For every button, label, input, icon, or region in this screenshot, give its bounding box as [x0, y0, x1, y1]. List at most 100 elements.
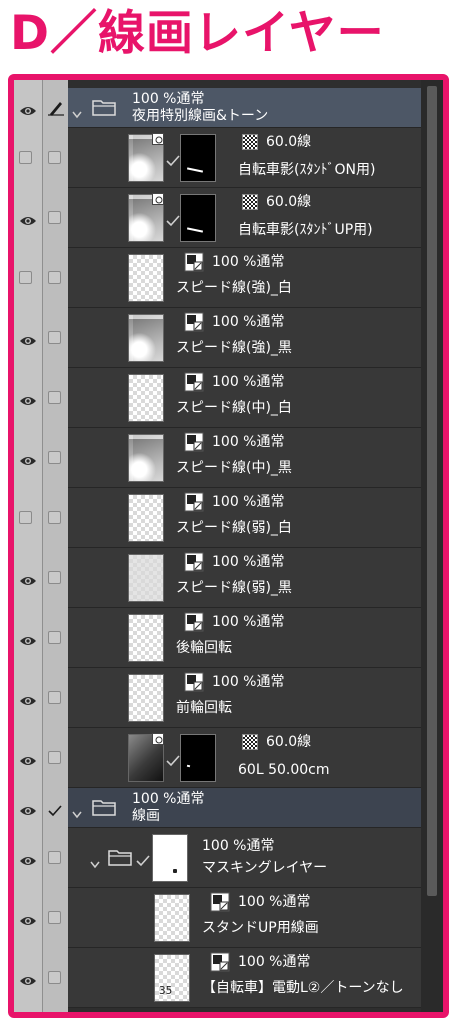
lock-checkbox[interactable]: [48, 751, 61, 764]
visibility-checkbox[interactable]: [19, 151, 32, 164]
chevron-down-icon[interactable]: [72, 804, 82, 819]
layer-blend-mode: 100 %通常: [212, 494, 285, 510]
layer-row[interactable]: 100 %通常 スピード線(中)_白: [14, 368, 421, 428]
lock-checkbox[interactable]: [48, 511, 61, 524]
scrollbar[interactable]: [421, 80, 443, 1012]
eye-icon[interactable]: [19, 692, 37, 705]
layer-row-body[interactable]: 100 %通常 スピード線(中)_白: [68, 368, 421, 428]
tone-icon: [242, 134, 258, 150]
layer-blend-mode: 100 %通常: [212, 614, 285, 630]
layer-row[interactable]: 100 %通常 後輪回転: [14, 608, 421, 668]
layer-blend-mode: 60.0線: [266, 194, 312, 210]
layer-row[interactable]: 100 %通常 スタンドUP用線画: [14, 888, 421, 948]
lock-checkbox[interactable]: [48, 271, 61, 284]
tone-icon: [242, 734, 258, 750]
layer-row[interactable]: 100 %通常 スピード線(弱)_黒: [14, 548, 421, 608]
eye-icon[interactable]: [19, 802, 37, 815]
layer-row-body[interactable]: 100 %通常 スピード線(強)_黒: [68, 308, 421, 368]
raster-layer-icon: [184, 552, 204, 572]
raster-layer-icon: [210, 952, 230, 972]
layer-row[interactable]: 35 100 %通常 【自転車】電動L②／トーンなし: [14, 948, 421, 1008]
lock-checkbox[interactable]: [48, 151, 61, 164]
eye-icon[interactable]: [19, 392, 37, 405]
layer-panel: 100 %通常 夜用特別線画&トーン 60.0線 自転車影(ｽﾀﾝﾄﾞON用) 60.0…: [8, 74, 449, 1018]
lock-checkbox[interactable]: [48, 851, 61, 864]
folder-icon: [92, 98, 116, 116]
layer-row-body[interactable]: 100 %通常 スピード線(弱)_黒: [68, 548, 421, 608]
eye-icon[interactable]: [19, 452, 37, 465]
layer-row-body[interactable]: 100 %通常 スタンドUP用線画: [68, 888, 421, 948]
layer-row[interactable]: 60.0線 自転車影(ｽﾀﾝﾄﾞON用): [14, 128, 421, 188]
lock-checkbox[interactable]: [48, 631, 61, 644]
layer-row-body[interactable]: 100 %通常 夜用特別線画&トーン: [68, 88, 421, 128]
pen-icon[interactable]: [48, 100, 64, 116]
lock-checkbox[interactable]: [48, 331, 61, 344]
eye-icon[interactable]: [19, 572, 37, 585]
layer-thumbnail: [128, 614, 164, 662]
layer-row[interactable]: 100 %通常 スピード線(中)_黒: [14, 428, 421, 488]
layer-row-body[interactable]: 60.0線 自転車影(ｽﾀﾝﾄﾞON用): [68, 128, 421, 188]
layer-row-body[interactable]: 100 %通常 後輪回転: [68, 608, 421, 668]
layer-row-body[interactable]: 60.0線自転車影(ｽﾀﾝﾄﾞUP用): [68, 188, 421, 248]
eye-icon[interactable]: [19, 752, 37, 765]
eye-icon[interactable]: [19, 912, 37, 925]
eye-icon[interactable]: [19, 972, 37, 985]
tone-icon: [242, 194, 258, 210]
layer-name: スピード線(強)_白: [176, 280, 292, 296]
layer-name: スピード線(強)_黒: [176, 340, 292, 356]
layer-row[interactable]: 100 %通常 マスキングレイヤー: [14, 828, 421, 888]
layer-thumbnail: [128, 314, 164, 362]
eye-icon[interactable]: [19, 632, 37, 645]
layer-mask-thumbnail: [152, 834, 188, 882]
layer-row-body[interactable]: 100 %通常スピード線(弱)_白: [68, 488, 421, 548]
chevron-down-icon[interactable]: [72, 104, 82, 119]
layer-row-body[interactable]: 100 %通常スピード線(強)_白: [68, 248, 421, 308]
thumbnail-text: 35: [159, 984, 173, 997]
lock-checkbox[interactable]: [48, 391, 61, 404]
lock-checkbox[interactable]: [48, 971, 61, 984]
scrollbar-thumb[interactable]: [427, 86, 437, 896]
mask-streak: [186, 227, 204, 233]
layer-name: スピード線(弱)_白: [176, 520, 292, 536]
check-icon[interactable]: [48, 802, 62, 817]
layer-row[interactable]: 100 %通常スピード線(強)_白: [14, 248, 421, 308]
visibility-checkbox[interactable]: [19, 511, 32, 524]
layer-row-body[interactable]: 35 100 %通常 【自転車】電動L②／トーンなし: [68, 948, 421, 1008]
lock-checkbox[interactable]: [48, 571, 61, 584]
lock-checkbox[interactable]: [48, 691, 61, 704]
eye-icon[interactable]: [19, 852, 37, 865]
layer-name: 自転車影(ｽﾀﾝﾄﾞUP用): [238, 222, 373, 238]
layer-row-body[interactable]: 100 %通常 前輪回転: [68, 668, 421, 728]
lock-checkbox[interactable]: [48, 911, 61, 924]
raster-layer-icon: [184, 672, 204, 692]
layer-row[interactable]: 100 %通常 スピード線(強)_黒: [14, 308, 421, 368]
layer-row-body[interactable]: 100 %通常 マスキングレイヤー: [68, 828, 421, 888]
eye-icon[interactable]: [19, 332, 37, 345]
layer-row[interactable]: 60.0線 60L 50.00cm: [14, 728, 421, 788]
layer-row-body[interactable]: 100 %通常 線画: [68, 788, 421, 828]
visibility-checkbox[interactable]: [19, 271, 32, 284]
layer-row-body[interactable]: 100 %通常 スピード線(中)_黒: [68, 428, 421, 488]
chevron-down-icon[interactable]: [90, 854, 100, 869]
layer-row[interactable]: 100 %通常スピード線(弱)_白: [14, 488, 421, 548]
eye-icon[interactable]: [19, 102, 37, 115]
mask-dot: [173, 869, 177, 873]
layer-blend-mode: 100 %通常: [212, 254, 285, 270]
layer-row-body[interactable]: 60.0線 60L 50.00cm: [68, 728, 421, 788]
lock-checkbox[interactable]: [48, 451, 61, 464]
vector-layer-icon: [152, 130, 164, 145]
eye-icon[interactable]: [19, 212, 37, 225]
layer-row[interactable]: 100 %通常 夜用特別線画&トーン: [14, 88, 421, 128]
layer-name: マスキングレイヤー: [202, 860, 328, 876]
layer-name: 夜用特別線画&トーン: [132, 108, 269, 124]
layer-thumbnail: [128, 554, 164, 602]
layer-thumbnail: [128, 374, 164, 422]
layer-blend-mode: 100 %通常: [212, 674, 285, 690]
folder-icon: [92, 798, 116, 816]
layer-row[interactable]: 100 %通常 前輪回転: [14, 668, 421, 728]
lock-checkbox[interactable]: [48, 211, 61, 224]
layer-row[interactable]: 100 %通常 線画: [14, 788, 421, 828]
layer-thumbnail: [128, 674, 164, 722]
layer-row[interactable]: 60.0線自転車影(ｽﾀﾝﾄﾞUP用): [14, 188, 421, 248]
page-title: D／線画レイヤー: [10, 6, 385, 61]
